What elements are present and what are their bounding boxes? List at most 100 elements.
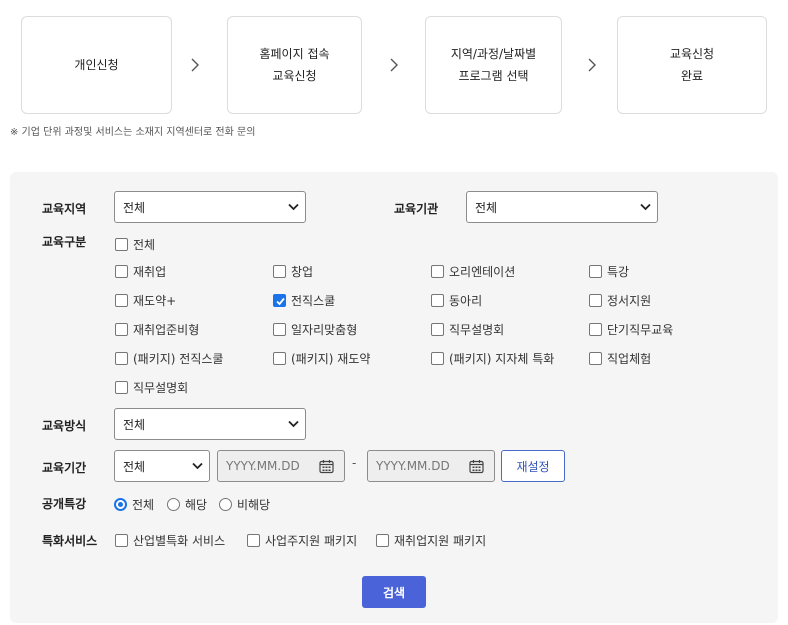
- checkbox-label: 창업: [291, 265, 314, 279]
- chevron-right-icon: [390, 58, 398, 72]
- category-option[interactable]: 창업: [273, 263, 313, 280]
- special-service-option[interactable]: 산업별특화 서비스: [115, 532, 225, 549]
- checkbox[interactable]: [115, 381, 128, 394]
- end-date-placeholder: YYYY.MM.DD: [376, 459, 450, 473]
- category-option[interactable]: (패키지) 전직스쿨: [115, 350, 223, 367]
- checkbox-label: (패키지) 전직스쿨: [133, 352, 224, 366]
- date-separator: -: [352, 456, 357, 470]
- category-option[interactable]: 동아리: [431, 292, 482, 309]
- checkbox-label: 오리엔테이션: [449, 265, 516, 279]
- checkbox[interactable]: [589, 323, 602, 336]
- checkbox-label: 산업별특화 서비스: [133, 534, 226, 548]
- checkbox[interactable]: [589, 352, 602, 365]
- checkbox-label: 전직스쿨: [291, 294, 336, 308]
- period-select[interactable]: 전체: [114, 450, 210, 482]
- chevron-down-icon: [640, 203, 651, 211]
- start-date-placeholder: YYYY.MM.DD: [226, 459, 300, 473]
- checkbox[interactable]: [431, 265, 444, 278]
- institution-label: 교육기관: [394, 202, 439, 216]
- checkbox-label: 재취업지원 패키지: [394, 534, 487, 548]
- checkbox[interactable]: [115, 294, 128, 307]
- radio-label: 해당: [185, 498, 208, 512]
- checkbox-label: 전체: [133, 238, 156, 252]
- checkbox[interactable]: [115, 238, 128, 251]
- special-service-option[interactable]: 재취업지원 패키지: [376, 532, 486, 549]
- checkbox[interactable]: [431, 294, 444, 307]
- category-option[interactable]: 직업체험: [589, 350, 651, 367]
- checkbox[interactable]: [589, 294, 602, 307]
- special-service-label: 특화서비스: [42, 534, 98, 548]
- checkbox-label: 특강: [607, 265, 630, 279]
- institution-select[interactable]: 전체: [466, 191, 658, 223]
- start-date-input[interactable]: YYYY.MM.DD: [217, 450, 345, 482]
- checkbox[interactable]: [431, 323, 444, 336]
- checkbox[interactable]: [115, 265, 128, 278]
- checkbox-label: 직무설명회: [449, 323, 505, 337]
- public-lecture-radio-all[interactable]: 전체: [114, 496, 154, 513]
- step-label: 교육신청: [272, 69, 317, 83]
- checkbox-checked[interactable]: [273, 294, 286, 307]
- method-select[interactable]: 전체: [114, 408, 306, 440]
- checkbox-label: 직무설명회: [133, 381, 189, 395]
- category-option[interactable]: 직무설명회: [115, 379, 188, 396]
- method-label: 교육방식: [42, 419, 87, 433]
- notice-text: ※ 기업 단위 과정및 서비스는 소재지 지역센터로 전화 문의: [10, 127, 256, 138]
- category-option[interactable]: 직무설명회: [431, 321, 504, 338]
- step-personal-application: 개인신청: [21, 16, 172, 114]
- checkbox-label: 정서지원: [607, 294, 652, 308]
- category-option[interactable]: 재취업준비형: [115, 321, 199, 338]
- checkbox-label: (패키지) 지자체 특화: [449, 352, 555, 366]
- search-filter-panel: 교육지역 전체 교육기관 전체 교육구분 전체 재취업 창업 오리엔테이션 특강…: [10, 172, 778, 623]
- category-option[interactable]: (패키지) 재도약: [273, 350, 370, 367]
- chevron-down-icon: [288, 203, 299, 211]
- checkbox[interactable]: [273, 323, 286, 336]
- radio-selected[interactable]: [114, 498, 127, 511]
- category-option[interactable]: 일자리맞춤형: [273, 321, 357, 338]
- special-service-option[interactable]: 사업주지원 패키지: [247, 532, 357, 549]
- step-homepage-access: 홈페이지 접속 교육신청: [227, 16, 362, 114]
- checkbox[interactable]: [273, 352, 286, 365]
- category-option[interactable]: 재취업: [115, 263, 166, 280]
- method-select-value: 전체: [123, 417, 146, 432]
- period-label: 교육기간: [42, 461, 87, 475]
- checkbox[interactable]: [376, 534, 389, 547]
- checkbox[interactable]: [115, 323, 128, 336]
- radio[interactable]: [167, 498, 180, 511]
- category-option-checked[interactable]: 전직스쿨: [273, 292, 335, 309]
- public-lecture-radio-not-applicable[interactable]: 비해당: [219, 496, 270, 513]
- category-option[interactable]: 단기직무교육: [589, 321, 673, 338]
- checkbox[interactable]: [273, 265, 286, 278]
- category-label: 교육구분: [42, 235, 87, 249]
- category-option[interactable]: 특강: [589, 263, 629, 280]
- search-button[interactable]: 검색: [362, 576, 426, 608]
- step-application-complete: 교육신청 완료: [617, 16, 767, 114]
- public-lecture-radio-applicable[interactable]: 해당: [167, 496, 207, 513]
- step-label: 개인신청: [74, 58, 119, 72]
- category-option[interactable]: 오리엔테이션: [431, 263, 515, 280]
- chevron-down-icon: [192, 462, 203, 470]
- checkbox-label: 일자리맞춤형: [291, 323, 358, 337]
- chevron-right-icon: [191, 58, 199, 72]
- checkbox[interactable]: [589, 265, 602, 278]
- category-option[interactable]: 재도약+: [115, 292, 176, 309]
- region-select[interactable]: 전체: [114, 191, 306, 223]
- checkbox-label: 재도약+: [133, 294, 177, 308]
- reset-button[interactable]: 재설정: [501, 450, 565, 482]
- checkbox[interactable]: [115, 534, 128, 547]
- category-all-checkbox[interactable]: 전체: [115, 236, 155, 253]
- calendar-icon[interactable]: [469, 459, 484, 474]
- category-option[interactable]: (패키지) 지자체 특화: [431, 350, 554, 367]
- step-label: 홈페이지 접속: [259, 47, 330, 61]
- checkbox-label: 직업체험: [607, 352, 652, 366]
- chevron-down-icon: [288, 420, 299, 428]
- category-option[interactable]: 정서지원: [589, 292, 651, 309]
- checkbox[interactable]: [247, 534, 260, 547]
- step-program-selection: 지역/과정/날짜별 프로그램 선택: [425, 16, 562, 114]
- end-date-input[interactable]: YYYY.MM.DD: [367, 450, 495, 482]
- checkbox[interactable]: [431, 352, 444, 365]
- checkbox[interactable]: [115, 352, 128, 365]
- radio[interactable]: [219, 498, 232, 511]
- radio-label: 비해당: [237, 498, 271, 512]
- calendar-icon[interactable]: [319, 459, 334, 474]
- region-select-value: 전체: [123, 200, 146, 215]
